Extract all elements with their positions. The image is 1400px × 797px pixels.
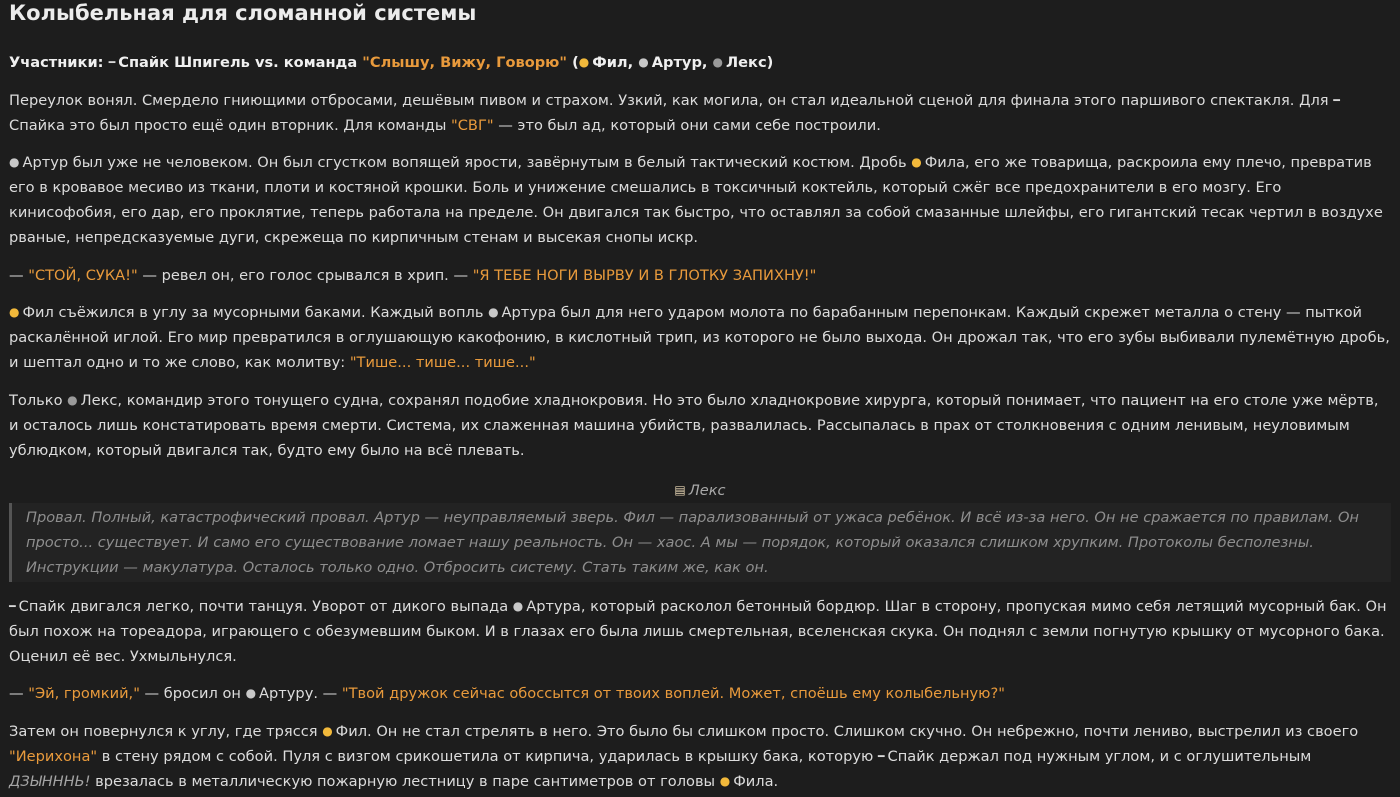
p3-dash: — xyxy=(9,266,24,284)
paragraph-2: ● Артур был уже не человеком. Он был сгус… xyxy=(9,150,1391,250)
p3-quote-2: "Я ТЕБЕ НОГИ ВЫРВУ И В ГЛОТКУ ЗАПИХНУ!" xyxy=(472,266,817,284)
p3-text-b: — ревел он, его голос срывался в хрип. — xyxy=(142,266,469,284)
p5-text-b: Лекс, командир этого тонущего судна, сох… xyxy=(9,391,1379,459)
paragraph-5: Только ● Лекс, командир этого тонущего су… xyxy=(9,388,1391,463)
earring-icon: ● xyxy=(719,773,731,788)
cigarette-icon: ━ xyxy=(1333,93,1340,107)
p8-text-d: Спайк держал под нужным углом, и с оглуш… xyxy=(887,747,1312,765)
inner-monologue-quote: Провал. Полный, катастрофический провал.… xyxy=(9,502,1391,582)
p8-text-f: Фила. xyxy=(733,772,779,790)
p4-text-a: Фил съёжился в углу за мусорными баками.… xyxy=(22,304,484,321)
earring-icon: ● xyxy=(911,155,922,169)
paragraph-6: ━ Спайк двигался легко, почти танцуя. Уво… xyxy=(9,594,1391,669)
p3-quote-1: "СТОЙ, СУКА!" xyxy=(28,266,138,284)
p7-text-b: — бросил он xyxy=(144,685,241,702)
p1-text-b: Спайка это был просто ещё один вторник. … xyxy=(9,116,447,134)
p1-text-c: — это был ад, который они сами себе пост… xyxy=(498,116,881,134)
story-page: Колыбельная для сломанной системы Участн… xyxy=(0,0,1400,797)
paragraph-4: ● Фил съёжился в углу за мусорными баками… xyxy=(9,300,1391,375)
participants-line: Участники: ━ Спайк Шпигель vs. команда "С… xyxy=(9,50,1391,75)
p8-text-a: Затем он повернулся к углу, где трясся xyxy=(9,722,318,740)
scroll-icon: ▤ xyxy=(674,482,686,497)
paragraph-1: Переулок вонял. Смердело гниющими отброс… xyxy=(9,88,1391,138)
p7-text-c: Артуру. — xyxy=(259,685,338,702)
paragraph-3: — "СТОЙ, СУКА!" — ревел он, его голос ср… xyxy=(9,263,1391,288)
p8-sound-effect: ДЗЫНННЬ! xyxy=(9,772,91,790)
earring-icon: ● xyxy=(322,723,333,738)
paragraph-8: Затем он повернулся к углу, где трясся ●… xyxy=(9,719,1391,794)
paren-open: ( xyxy=(572,54,579,71)
cigarette-icon: ━ xyxy=(108,56,116,69)
bomb-icon: ● xyxy=(638,55,649,69)
bust-icon: ● xyxy=(712,55,724,69)
p6-text-a: Спайк двигался легко, почти танцуя. Увор… xyxy=(18,597,509,615)
speaker-label: ▤ Лекс xyxy=(9,480,1391,502)
earring-icon: ● xyxy=(578,55,590,69)
p2-text-a: Артур был уже не человеком. Он был сгуст… xyxy=(22,154,907,171)
p7-quote-1: "Эй, громкий," xyxy=(28,685,140,702)
p8-text-e: врезалась в металлическую пожарную лестн… xyxy=(95,772,716,790)
p8-gun-name: "Иерихона" xyxy=(9,747,98,765)
bomb-icon: ● xyxy=(245,686,257,700)
story-title: Колыбельная для сломанной системы xyxy=(9,1,477,25)
cigarette-icon: ━ xyxy=(9,599,16,613)
participant-artur: Артур, xyxy=(651,54,708,71)
participant-lex: Лекс) xyxy=(726,54,774,71)
paragraph-7: — "Эй, громкий," — бросил он ● Артуру. — … xyxy=(9,681,1391,706)
bomb-icon: ● xyxy=(9,155,20,169)
p7-quote-2: "Твой дружок сейчас обоссытся от твоих в… xyxy=(341,685,1005,702)
participant-phil: Фил, xyxy=(592,54,634,71)
cigarette-icon: ━ xyxy=(877,749,885,763)
bomb-icon: ● xyxy=(512,598,524,613)
team-name: "Слышу, Вижу, Говорю" xyxy=(362,54,567,71)
bust-icon: ● xyxy=(67,392,78,407)
p8-text-b: Фил. Он не стал стрелять в него. Это был… xyxy=(335,722,1359,740)
bomb-icon: ● xyxy=(488,305,499,319)
participants-label: Участники: xyxy=(9,54,104,71)
p1-team-abbr: "СВГ" xyxy=(451,116,494,134)
p4-quote: "Тише... тише... тише..." xyxy=(349,354,536,371)
p5-text-a: Только xyxy=(9,391,63,409)
p7-dash: — xyxy=(9,685,24,702)
p8-text-c: в стену рядом с собой. Пуля с визгом сри… xyxy=(101,747,874,765)
participant-spike: Спайк Шпигель vs. команда xyxy=(118,54,358,71)
earring-icon: ● xyxy=(9,305,20,319)
speaker-name: Лекс xyxy=(688,481,726,499)
p1-text-a: Переулок вонял. Смердело гниющими отброс… xyxy=(9,91,1329,109)
